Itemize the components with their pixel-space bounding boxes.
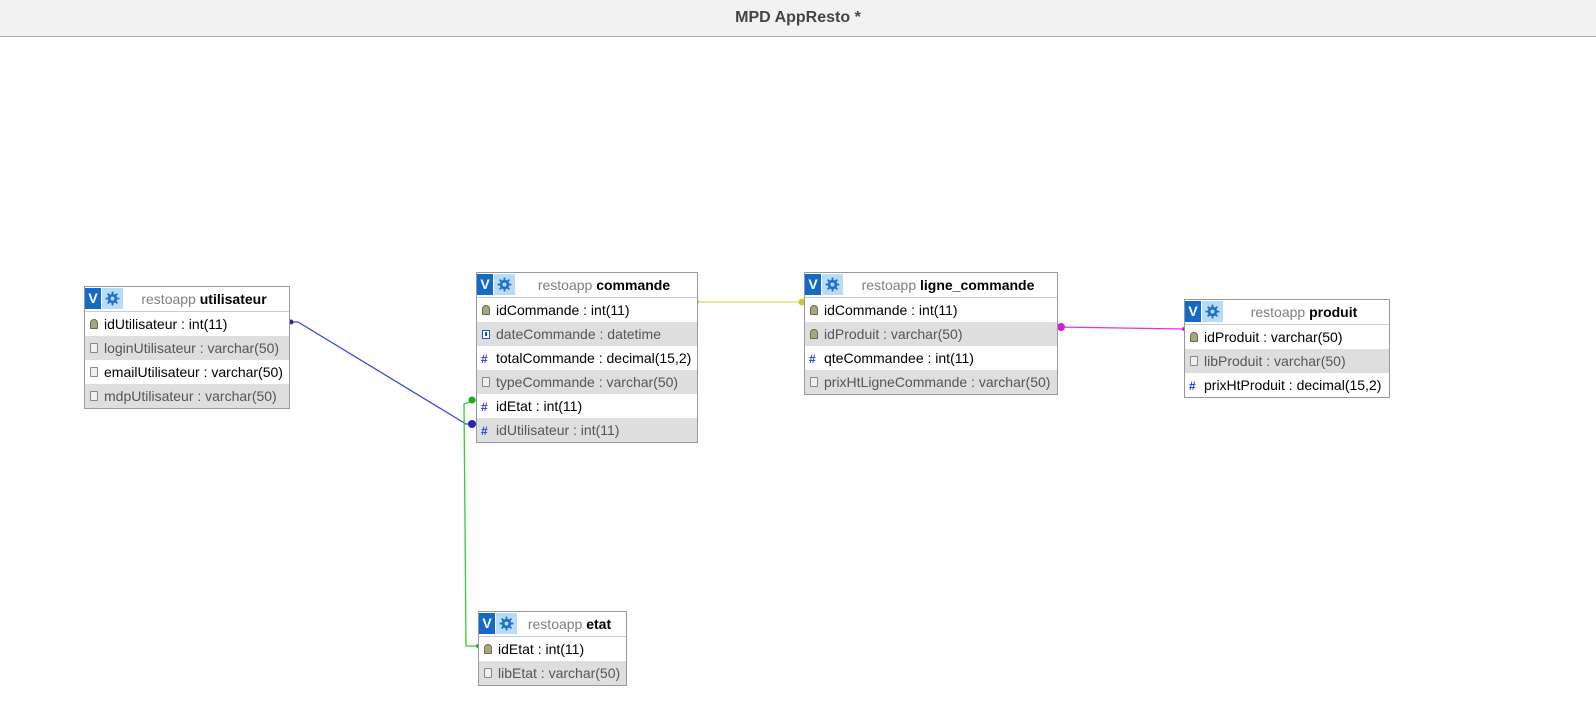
table-header[interactable]: V restoapp utilisateur [85, 287, 289, 312]
table-name: ligne_commande [920, 277, 1035, 293]
table-utilisateur[interactable]: V restoapp utilisateur idUtilisateur : i… [84, 286, 290, 409]
gear-icon[interactable] [822, 274, 843, 295]
number-icon: # [1189, 379, 1196, 393]
column-row[interactable]: # idEtat : int(11) [477, 394, 697, 418]
column-row[interactable]: loginUtilisateur : varchar(50) [85, 336, 289, 360]
text-field-icon [1190, 356, 1198, 366]
column-row[interactable]: idCommande : int(11) [805, 298, 1057, 322]
column-label: idUtilisateur : int(11) [496, 422, 620, 438]
number-icon: # [481, 400, 488, 414]
column-label: idProduit : varchar(50) [824, 326, 963, 342]
text-field-icon [482, 377, 490, 387]
column-label: qteCommandee : int(11) [824, 350, 974, 366]
column-row[interactable]: idUtilisateur : int(11) [85, 312, 289, 336]
table-name: utilisateur [199, 291, 267, 307]
table-header[interactable]: V restoapp commande [477, 273, 697, 298]
relation-end-dot [1057, 323, 1065, 331]
column-label: idEtat : int(11) [498, 641, 585, 657]
gear-icon[interactable] [102, 288, 123, 309]
column-row[interactable]: emailUtilisateur : varchar(50) [85, 360, 289, 384]
table-header[interactable]: V restoapp produit [1185, 300, 1389, 325]
relation-produit-ligne[interactable] [1057, 326, 1185, 330]
text-field-icon [90, 343, 98, 353]
table-title: restoapp etat [517, 612, 622, 636]
table-commande[interactable]: V restoapp commande idCommande : int(11)… [476, 272, 698, 443]
column-row[interactable]: libProduit : varchar(50) [1185, 349, 1389, 373]
column-row[interactable]: prixHtLigneCommande : varchar(50) [805, 370, 1057, 394]
table-title: restoapp commande [515, 273, 693, 297]
column-row[interactable]: idProduit : varchar(50) [805, 322, 1057, 346]
column-label: dateCommande : datetime [496, 326, 661, 342]
database-name: restoapp [861, 277, 917, 293]
column-label: libProduit : varchar(50) [1204, 353, 1346, 369]
column-label: libEtat : varchar(50) [498, 665, 621, 681]
view-button[interactable]: V [1185, 301, 1201, 322]
column-label: emailUtilisateur : varchar(50) [104, 364, 283, 380]
column-row[interactable]: typeCommande : varchar(50) [477, 370, 697, 394]
key-icon [484, 644, 492, 654]
table-header[interactable]: V restoapp etat [479, 612, 626, 637]
key-icon [1190, 332, 1198, 342]
number-icon: # [481, 352, 488, 366]
column-row[interactable]: idProduit : varchar(50) [1185, 325, 1389, 349]
relation-end-dot [468, 396, 476, 404]
text-field-icon [810, 377, 818, 387]
number-icon: # [809, 352, 816, 366]
view-button[interactable]: V [477, 274, 493, 295]
view-button[interactable]: V [479, 613, 495, 634]
column-row[interactable]: dateCommande : datetime [477, 322, 697, 346]
text-field-icon [90, 367, 98, 377]
column-row[interactable]: # qteCommandee : int(11) [805, 346, 1057, 370]
table-title: restoapp produit [1223, 300, 1385, 324]
database-name: restoapp [527, 616, 583, 632]
number-icon: # [481, 424, 488, 438]
column-label: idCommande : int(11) [824, 302, 958, 318]
column-label: idUtilisateur : int(11) [104, 316, 228, 332]
view-button[interactable]: V [805, 274, 821, 295]
table-ligne-commande[interactable]: V restoapp ligne_commande idCommande : i… [804, 272, 1058, 395]
column-row[interactable]: idEtat : int(11) [479, 637, 626, 661]
key-icon [482, 305, 490, 315]
column-row[interactable]: # totalCommande : decimal(15,2) [477, 346, 697, 370]
column-label: idCommande : int(11) [496, 302, 630, 318]
key-icon [810, 305, 818, 315]
column-row[interactable]: # prixHtProduit : decimal(15,2) [1185, 373, 1389, 397]
date-icon [482, 330, 490, 339]
column-label: idEtat : int(11) [496, 398, 583, 414]
column-row[interactable]: idCommande : int(11) [477, 298, 697, 322]
column-label: prixHtProduit : decimal(15,2) [1204, 377, 1382, 393]
relation-end-dot [468, 420, 476, 428]
text-field-icon [484, 668, 492, 678]
column-label: typeCommande : varchar(50) [496, 374, 679, 390]
table-title: restoapp utilisateur [123, 287, 285, 311]
table-etat[interactable]: V restoapp etat idEtat : int(11) libEtat… [478, 611, 627, 686]
column-row[interactable]: # idUtilisateur : int(11) [477, 418, 697, 442]
relation-utilisateur-commande[interactable] [291, 321, 476, 425]
column-label: prixHtLigneCommande : varchar(50) [824, 374, 1051, 390]
text-field-icon [90, 391, 98, 401]
table-name: etat [586, 616, 612, 632]
column-label: mdpUtilisateur : varchar(50) [104, 388, 277, 404]
key-icon [810, 329, 818, 339]
table-header[interactable]: V restoapp ligne_commande [805, 273, 1057, 298]
database-name: restoapp [537, 277, 593, 293]
gear-icon[interactable] [496, 613, 517, 634]
column-label: idProduit : varchar(50) [1204, 329, 1343, 345]
column-row[interactable]: libEtat : varchar(50) [479, 661, 626, 685]
database-name: restoapp [1250, 304, 1306, 320]
table-title: restoapp ligne_commande [843, 273, 1053, 297]
column-label: loginUtilisateur : varchar(50) [104, 340, 280, 356]
table-name: commande [596, 277, 671, 293]
table-produit[interactable]: V restoapp produit idProduit : varchar(5… [1184, 299, 1390, 398]
table-name: produit [1309, 304, 1358, 320]
column-label: totalCommande : decimal(15,2) [496, 350, 692, 366]
gear-icon[interactable] [1202, 301, 1223, 322]
database-name: restoapp [141, 291, 196, 307]
view-button[interactable]: V [85, 288, 101, 309]
gear-icon[interactable] [494, 274, 515, 295]
key-icon [90, 319, 98, 329]
column-row[interactable]: mdpUtilisateur : varchar(50) [85, 384, 289, 408]
